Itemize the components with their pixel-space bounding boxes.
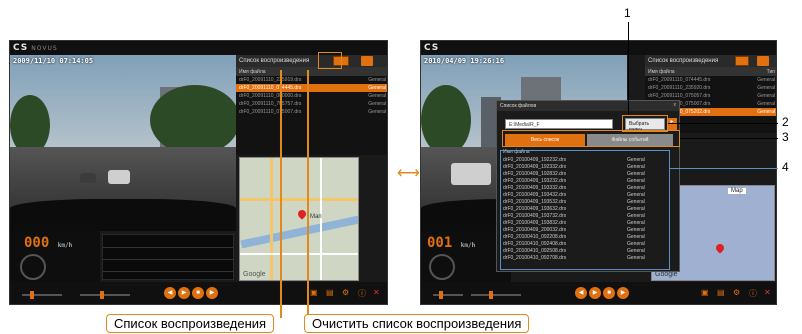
playlist-row[interactable]: drF0_20091110_074445.drs General [645,76,776,84]
callout-line [668,123,778,124]
play-button[interactable]: ▶ [589,287,601,299]
playback-controls: ◀ ▶ ■ ▶ ▣ ▤ ⚙ ⓘ ✕ [10,282,387,304]
caption-playlist: Список воспроизведения [106,314,275,333]
clear-playlist-button[interactable] [757,56,769,66]
callout-4: 4 [782,160,789,174]
info-icon[interactable]: ⓘ [749,288,757,299]
callout-2: 2 [782,115,789,129]
app-logo: CS NOVUS [13,43,58,53]
playlist-columns: Имя файла Тип [645,67,776,76]
speed-readout: 000 km/h [24,235,73,251]
speed-panel: 000 km/h [10,231,100,284]
settings-icon[interactable]: ⚙ [733,288,740,297]
playlist-row[interactable]: drF0_20091110_000000.drs General [236,92,387,100]
callout-line [670,168,778,169]
export-icon[interactable]: ▤ [326,288,334,297]
volume-slider[interactable] [471,291,521,299]
next-button[interactable]: ▶ [617,287,629,299]
dialog-title: Список файлов x [497,101,679,111]
highlight-file-list [500,150,670,270]
left-player-window: CS NOVUS 2009/11/10 07:14:05 Список воспр… [9,40,388,305]
dialog-close-button[interactable]: x [674,102,677,108]
map-view[interactable]: Мап Google [239,157,359,281]
playlist-header: Список воспроизведения [236,55,387,67]
video-timestamp: 2009/11/10 07:14:05 [13,57,94,65]
next-button[interactable]: ▶ [206,287,218,299]
google-logo: Google [655,271,678,278]
stop-button[interactable]: ■ [192,287,204,299]
google-logo: Google [243,271,266,278]
settings-icon[interactable]: ⚙ [342,288,349,297]
refresh-button[interactable]: ▸ [667,118,677,130]
close-icon[interactable]: ✕ [764,288,771,297]
gsensor-graph [102,234,234,280]
speed-readout: 001 km/h [427,235,476,251]
compass-icon [20,254,46,280]
location-pin-icon [296,208,308,220]
callout-1: 1 [624,6,631,20]
clear-playlist-button[interactable] [361,56,373,66]
video-area[interactable]: 2009/11/10 07:14:05 [10,55,236,231]
play-button[interactable]: ▶ [178,287,190,299]
callout-line [628,22,629,115]
prev-button[interactable]: ◀ [575,287,587,299]
playlist-row[interactable]: drF0_20091110_235920.drs General [645,84,776,92]
video-timestamp: 2010/04/09 19:26:16 [424,57,505,65]
callout-line [680,138,778,139]
callout-3: 3 [782,130,789,144]
playlist-button[interactable] [735,56,749,66]
double-arrow-icon: ⟷ [397,165,420,182]
playlist-row[interactable]: drF0_20091110_235919.drs General [236,76,387,84]
playback-controls: ◀ ▶ ■ ▶ ▣ ▤ ⚙ ⓘ ✕ [421,282,776,304]
prev-button[interactable]: ◀ [164,287,176,299]
playlist-row[interactable]: drF0_20091110_705757.drs General [236,100,387,108]
compass-icon [429,254,455,280]
open-folder-icon[interactable]: ▣ [701,288,709,297]
volume-slider[interactable] [80,291,130,299]
close-icon[interactable]: ✕ [373,288,380,297]
location-pin-icon [714,242,726,254]
seek-slider[interactable] [433,291,463,299]
export-icon[interactable]: ▤ [717,288,725,297]
info-icon[interactable]: ⓘ [358,288,366,299]
playlist-row[interactable]: drF0_20091110_074445.drs General [236,84,387,92]
caption-leader [280,70,282,318]
caption-leader [307,70,309,318]
playlist-header: Список воспроизведения [645,55,776,67]
caption-clear-playlist: Очистить список воспроизведения [304,314,530,333]
stop-button[interactable]: ■ [603,287,615,299]
folder-path-field[interactable]: E:\Media\R_F [505,119,613,129]
app-logo: CS [424,43,440,53]
seek-slider[interactable] [22,291,62,299]
playlist-columns: Имя файла [236,67,387,76]
highlight-playlist-button [318,52,342,69]
highlight-tabs [502,130,680,147]
open-folder-icon[interactable]: ▣ [310,288,318,297]
playlist-row[interactable]: drF0_20091110_075057.drs General [645,92,776,100]
map-label: Мап [310,214,322,220]
map-label: Map [728,188,746,194]
title-bar: CS [421,41,776,55]
playlist-panel: Список воспроизведения Имя файла drF0_20… [236,55,387,155]
playlist-row[interactable]: drF0_20091110_075007.drsGeneral [236,108,387,116]
